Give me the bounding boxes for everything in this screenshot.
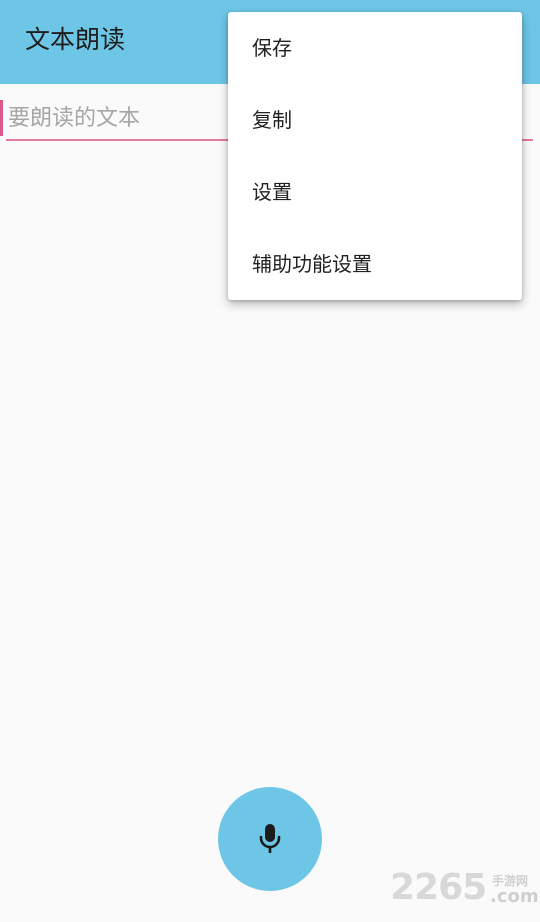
menu-item-save[interactable]: 保存 xyxy=(228,12,522,84)
watermark-digits: 2265 xyxy=(390,867,487,908)
overflow-menu: 保存 复制 设置 辅助功能设置 xyxy=(228,12,522,300)
microphone-icon xyxy=(259,824,281,853)
app-title: 文本朗读 xyxy=(25,25,126,54)
menu-item-settings[interactable]: 设置 xyxy=(228,156,522,228)
menu-item-copy[interactable]: 复制 xyxy=(228,84,522,156)
speak-button[interactable] xyxy=(218,787,322,891)
text-cursor xyxy=(0,100,3,136)
watermark-com: .com xyxy=(490,886,539,907)
menu-item-accessibility-settings[interactable]: 辅助功能设置 xyxy=(228,228,522,300)
site-watermark: 2265 手游网 .com xyxy=(390,866,539,910)
